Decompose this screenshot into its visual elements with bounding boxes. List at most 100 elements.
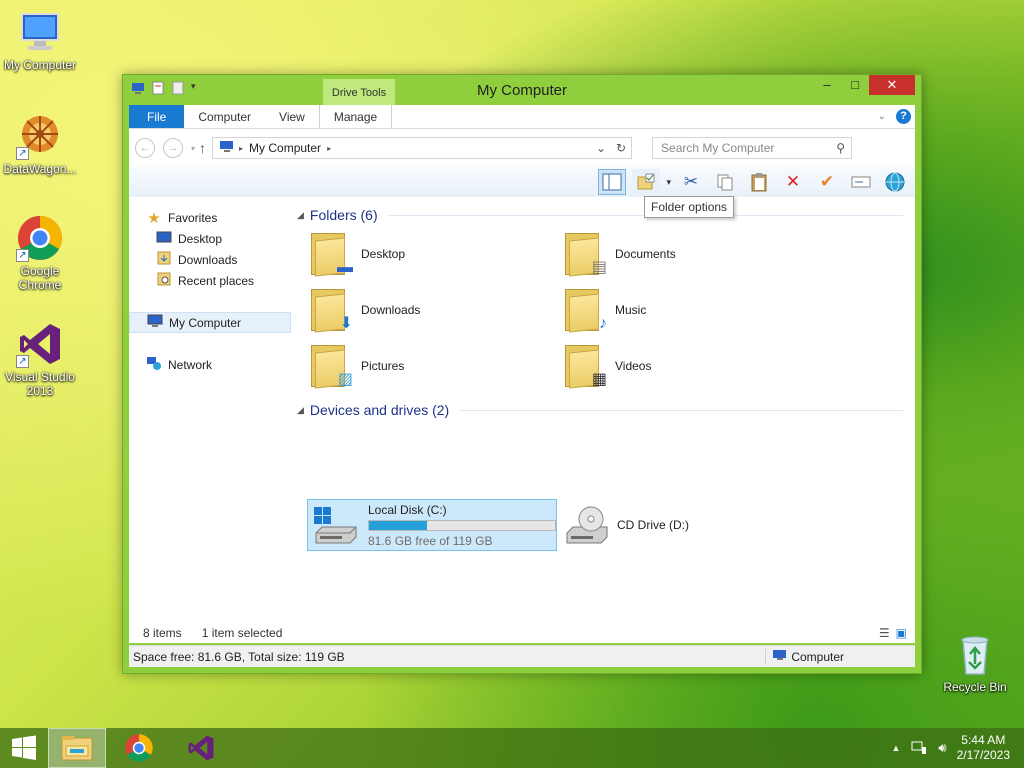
details-location-label: Computer: [791, 650, 845, 664]
folder-options-button[interactable]: [632, 169, 661, 195]
clock-date: 2/17/2023: [956, 748, 1010, 762]
desktop-icon-label: Google Chrome: [18, 264, 62, 292]
sidebar-item-label: Downloads: [178, 252, 238, 267]
sidebar-item-network[interactable]: Network: [129, 354, 291, 375]
maximize-button[interactable]: □: [841, 75, 869, 95]
folder-icon: ⬇: [309, 287, 353, 333]
help-icon[interactable]: ?: [896, 109, 911, 124]
group-header-devices[interactable]: ◢ Devices and drives (2): [293, 402, 903, 418]
back-button[interactable]: ←: [135, 138, 155, 158]
delete-icon[interactable]: ✕: [779, 169, 807, 195]
shortcut-arrow-icon: ↗: [16, 147, 29, 160]
sidebar-item-label: My Computer: [169, 315, 242, 330]
checkmark-icon[interactable]: ✔: [813, 169, 841, 195]
show-hidden-icons-icon[interactable]: ▲: [891, 743, 900, 753]
search-icon[interactable]: ⚲: [836, 141, 845, 155]
recycle-bin-icon: [951, 630, 999, 678]
sidebar-item-downloads[interactable]: Downloads: [129, 249, 291, 270]
desktop-icon-my-computer[interactable]: My Computer: [0, 8, 80, 72]
desktop-icon-visual-studio[interactable]: ↗ Visual Studio 2013: [0, 320, 80, 398]
drive-label: Local Disk (C:): [368, 502, 447, 517]
search-input[interactable]: Search My Computer ⚲: [652, 137, 853, 159]
sidebar-item-my-computer[interactable]: My Computer: [129, 312, 291, 333]
close-button[interactable]: ✕: [869, 75, 915, 95]
address-dropdown-icon[interactable]: ⌄: [591, 141, 611, 155]
desktop-icon-label: Recycle Bin: [943, 680, 1007, 694]
sidebar-item-favorites[interactable]: ★ Favorites: [129, 207, 291, 228]
file-list: ◢ Folders (6) ▬ Desktop ▤ Documents ⬇ Do…: [293, 197, 915, 641]
large-icons-view-icon[interactable]: ▣: [896, 626, 907, 640]
address-chevron-icon[interactable]: ▸: [239, 144, 243, 153]
download-arrow-icon: ⬇: [339, 315, 353, 332]
computer-small-icon: [146, 314, 164, 331]
clock[interactable]: 5:44 AM 2/17/2023: [957, 733, 1010, 763]
sidebar-item-label: Network: [168, 357, 213, 372]
music-note-icon: ♪: [599, 315, 607, 332]
address-bar[interactable]: ▸ My Computer ▸ ⌄ ↻: [212, 137, 633, 159]
expand-ribbon-icon[interactable]: ⌄: [878, 111, 886, 122]
computer-icon: [16, 8, 64, 56]
taskbar-visual-studio[interactable]: [172, 728, 230, 768]
folder-item-pictures[interactable]: ▨ Pictures: [309, 343, 404, 389]
copy-icon[interactable]: [711, 169, 739, 195]
folder-options-dropdown-icon[interactable]: ▾: [666, 177, 671, 188]
folder-label: Videos: [615, 359, 652, 373]
volume-icon[interactable]: 🔊︎: [938, 740, 946, 756]
folder-item-downloads[interactable]: ⬇ Downloads: [309, 287, 420, 333]
folder-icon: ▦: [563, 343, 607, 389]
selection-count: 1 item selected: [201, 626, 283, 640]
drive-item-local-disk-c[interactable]: Local Disk (C:) 81.6 GB free of 119 GB: [307, 499, 557, 551]
folder-icon: ▨: [309, 343, 353, 389]
picture-icon: ▨: [337, 371, 353, 388]
folder-item-desktop[interactable]: ▬ Desktop: [309, 231, 405, 277]
globe-icon[interactable]: [881, 169, 909, 195]
tab-manage[interactable]: Manage: [318, 105, 393, 128]
cut-icon[interactable]: ✂: [677, 169, 705, 195]
folder-label: Desktop: [361, 247, 406, 261]
folder-item-videos[interactable]: ▦ Videos: [563, 343, 651, 389]
sidebar-item-recent-places[interactable]: Recent places: [129, 270, 291, 291]
group-header-folders[interactable]: ◢ Folders (6): [293, 207, 903, 223]
desktop-icon-label: DataWagon...: [3, 162, 77, 176]
start-button[interactable]: [0, 728, 48, 768]
tab-view[interactable]: View: [265, 105, 319, 128]
address-path[interactable]: My Computer: [249, 141, 321, 155]
details-view-icon[interactable]: ☰: [879, 626, 890, 640]
film-strip-icon: ▦: [591, 371, 607, 388]
tab-computer[interactable]: Computer: [184, 105, 265, 128]
shortcut-arrow-icon: ↗: [16, 249, 29, 262]
up-button[interactable]: ↑: [199, 140, 206, 156]
collapse-triangle-icon[interactable]: ◢: [297, 405, 304, 416]
folder-label: Music: [615, 303, 647, 317]
content-area: ★ Favorites Desktop Downloads Recent pla…: [129, 197, 915, 641]
folder-icon: ▬: [309, 231, 353, 277]
star-icon: ★: [147, 209, 161, 227]
address-chevron-icon[interactable]: ▸: [327, 144, 331, 153]
sidebar-item-desktop[interactable]: Desktop: [129, 228, 291, 249]
tab-file[interactable]: File: [129, 105, 185, 128]
drive-free-space: 81.6 GB free of 119 GB: [368, 533, 493, 548]
desktop-icon-datawagon[interactable]: ↗ DataWagon...: [0, 112, 80, 176]
paste-icon[interactable]: [745, 169, 773, 195]
folder-label: Documents: [615, 247, 676, 261]
taskbar-chrome[interactable]: [110, 728, 168, 768]
collapse-triangle-icon[interactable]: ◢: [297, 210, 304, 221]
network-tray-icon[interactable]: [910, 739, 928, 758]
window-controls: – □ ✕: [813, 75, 915, 95]
drive-usage-fill: [369, 520, 428, 530]
command-toolbar: ▾ ✂ ✕ ✔: [129, 167, 915, 197]
desktop-icon-recycle-bin[interactable]: Recycle Bin: [935, 630, 1015, 694]
computer-small-icon: [772, 650, 788, 664]
forward-button[interactable]: →: [163, 138, 183, 158]
recent-locations-icon[interactable]: ▾: [191, 144, 195, 153]
system-tray: ▲ 🔊︎ 5:44 AM 2/17/2023: [891, 733, 1024, 763]
rename-icon[interactable]: [847, 169, 875, 195]
folder-item-music[interactable]: ♪ Music: [563, 287, 646, 333]
drive-item-cd-d[interactable]: CD Drive (D:): [563, 503, 689, 547]
desktop-icon-chrome[interactable]: ↗ Google Chrome: [0, 214, 80, 292]
taskbar-file-explorer[interactable]: [48, 728, 106, 768]
minimize-button[interactable]: –: [813, 75, 841, 95]
folder-item-documents[interactable]: ▤ Documents: [563, 231, 676, 277]
refresh-icon[interactable]: ↻: [611, 141, 631, 155]
preview-pane-button[interactable]: [598, 169, 627, 195]
